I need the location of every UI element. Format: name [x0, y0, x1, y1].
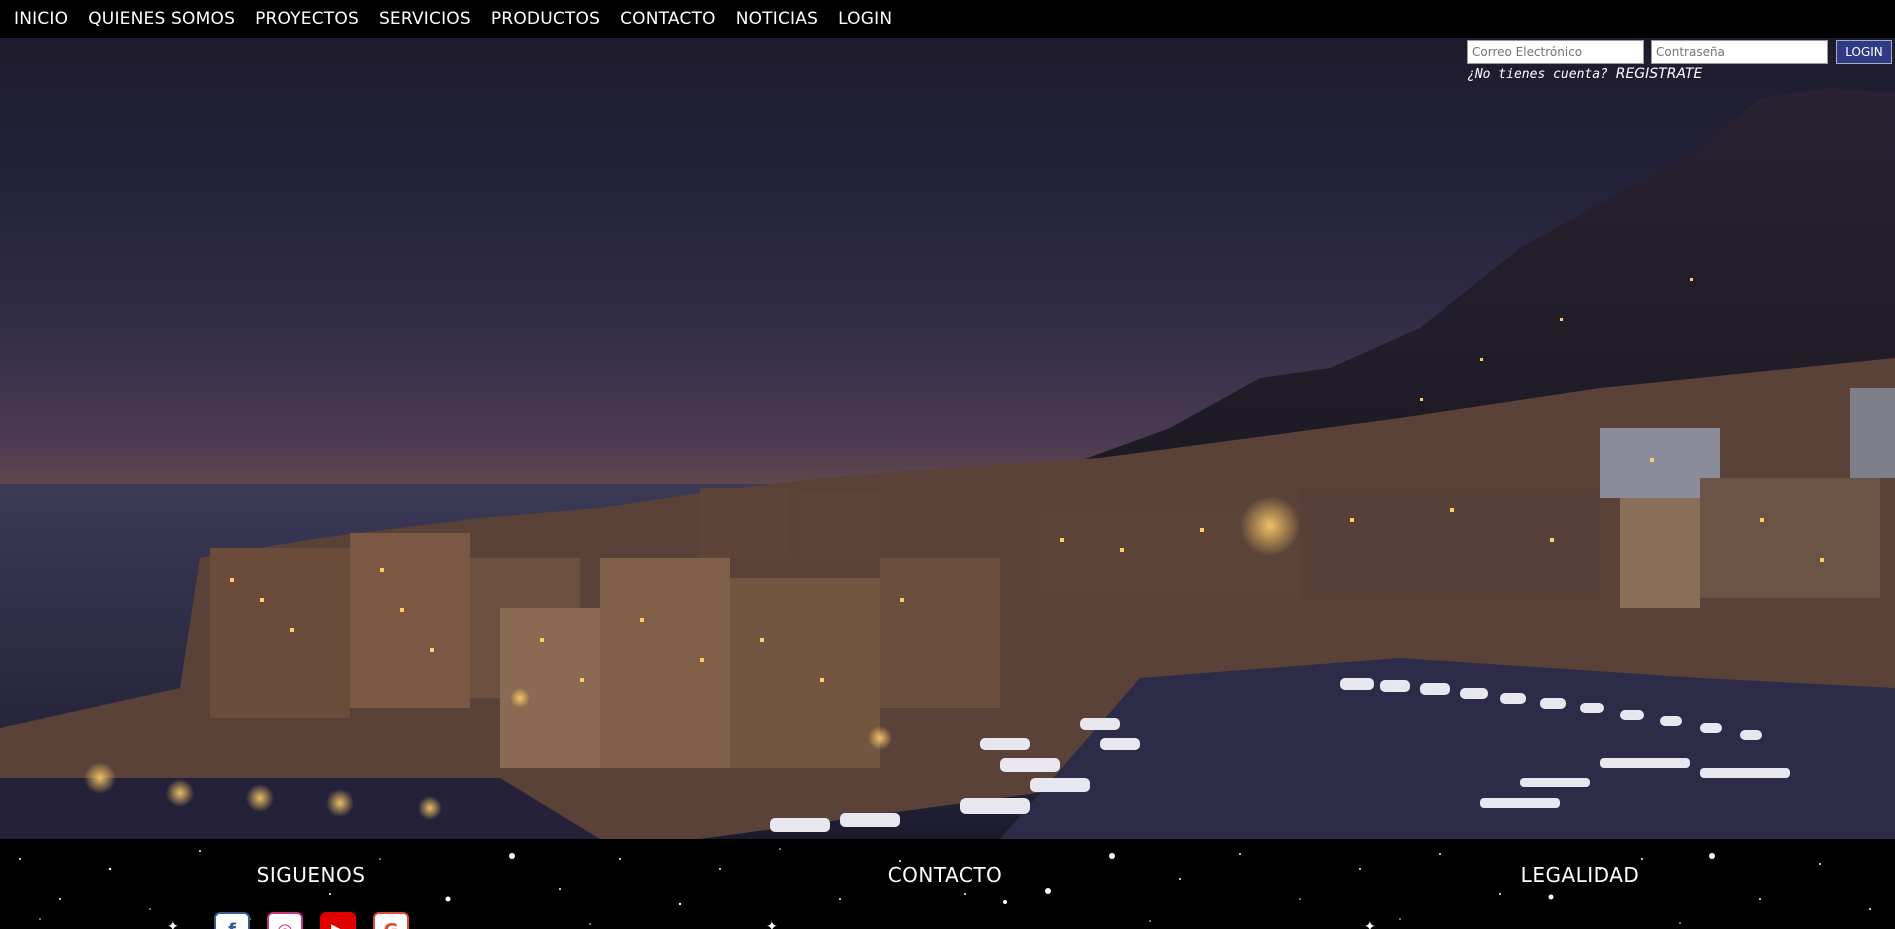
nav-item-contacto[interactable]: CONTACTO — [620, 9, 716, 29]
star-bullet-icon: ✦ — [1364, 919, 1376, 929]
hero-image — [0, 38, 1895, 839]
nav-item-servicios[interactable]: SERVICIOS — [379, 9, 471, 29]
google-plus-icon[interactable]: G — [373, 912, 409, 929]
email-field[interactable] — [1467, 40, 1644, 64]
no-account-text: ¿No tienes cuenta? — [1467, 67, 1608, 82]
nav-item-productos[interactable]: PRODUCTOS — [491, 9, 600, 29]
legal-title: LEGALIDAD — [1520, 863, 1640, 887]
password-field[interactable] — [1651, 40, 1828, 64]
star-bullet-icon: ✦ — [167, 919, 179, 929]
top-navigation: INICIO QUIENES SOMOS PROYECTOS SERVICIOS… — [0, 0, 1895, 38]
login-button[interactable]: LOGIN — [1836, 40, 1892, 64]
youtube-icon[interactable]: ▶ — [320, 912, 356, 929]
facebook-icon[interactable]: f — [214, 912, 250, 929]
contact-title: CONTACTO — [887, 863, 1003, 887]
nav-item-proyectos[interactable]: PROYECTOS — [255, 9, 359, 29]
nav-item-login[interactable]: LOGIN — [838, 9, 892, 29]
follow-us-title: SIGUENOS — [256, 863, 366, 887]
hero-city-illustration — [0, 88, 1895, 839]
footer: SIGUENOS CONTACTO LEGALIDAD ✦ f ◎ ▶ G ✦ … — [0, 839, 1895, 929]
nav-item-inicio[interactable]: INICIO — [14, 9, 68, 29]
nav-item-quienes-somos[interactable]: QUIENES SOMOS — [88, 9, 235, 29]
star-bullet-icon: ✦ — [766, 919, 778, 929]
instagram-icon[interactable]: ◎ — [267, 912, 303, 929]
register-link[interactable]: REGISTRATE — [1616, 66, 1703, 82]
login-form: LOGIN ¿No tienes cuenta? REGISTRATE — [1467, 38, 1895, 88]
nav-item-noticias[interactable]: NOTICIAS — [736, 9, 818, 29]
register-prompt: ¿No tienes cuenta? REGISTRATE — [1467, 66, 1702, 82]
